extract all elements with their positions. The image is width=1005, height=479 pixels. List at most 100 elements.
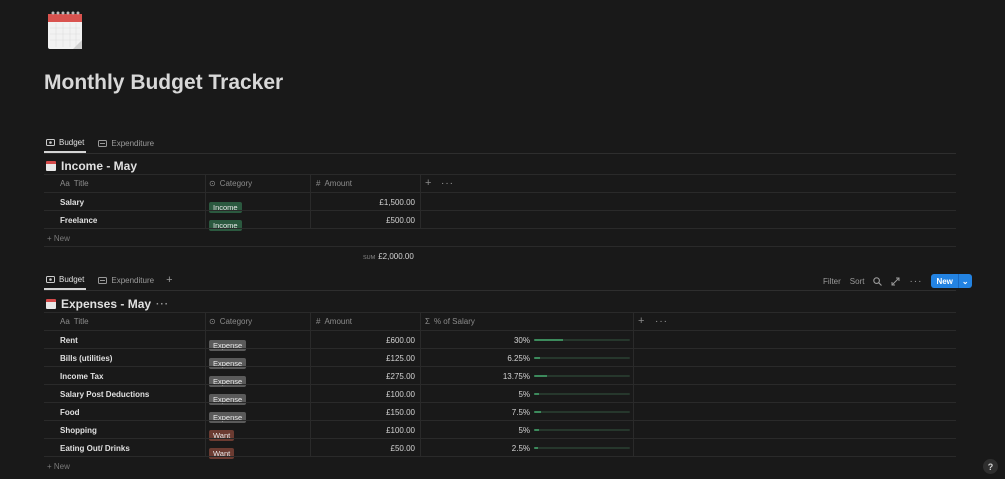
divider	[44, 174, 956, 175]
tab-budget[interactable]: Budget	[44, 270, 87, 290]
table-row-amount[interactable]: £50.00	[315, 444, 415, 453]
column-header-amount[interactable]: # Amount	[316, 179, 352, 188]
divider	[44, 228, 956, 229]
progress-bar	[534, 411, 630, 413]
category-tag: Expense	[209, 358, 247, 369]
add-property-icon[interactable]: +	[425, 177, 431, 189]
column-header-title[interactable]: Aa Title	[60, 317, 89, 326]
expenditure-icon	[98, 276, 108, 284]
add-property-icon[interactable]: +	[638, 315, 644, 327]
tab-budget[interactable]: Budget	[44, 133, 87, 153]
more-options-icon[interactable]: ···	[909, 276, 922, 287]
table-row-pct[interactable]: 7.5%	[490, 408, 530, 417]
divider	[44, 246, 956, 247]
column-header-amount-label: Amount	[324, 179, 353, 188]
page-title: Monthly Budget Tracker	[44, 71, 284, 94]
column-header-pct-salary[interactable]: Σ% of Salary	[425, 317, 475, 326]
expenses-heading-text: Expenses - May	[61, 297, 152, 311]
progress-bar	[534, 393, 630, 395]
column-header-category[interactable]: ⊙ Category	[209, 179, 252, 188]
calendar-icon	[48, 11, 82, 49]
add-new-row-button[interactable]: + New	[47, 234, 70, 243]
table-row-title[interactable]: Income Tax	[60, 372, 103, 381]
column-header-category-label: Category	[219, 317, 253, 326]
tab-expenditure[interactable]: Expenditure	[96, 133, 156, 153]
table-row-pct[interactable]: 30%	[490, 336, 530, 345]
add-view-icon[interactable]: +	[166, 274, 172, 286]
more-options-icon[interactable]: ···	[441, 178, 454, 189]
column-header-title-label: Title	[73, 317, 89, 326]
calendar-icon	[46, 299, 56, 309]
divider	[44, 290, 956, 291]
column-header-title[interactable]: Aa Title	[60, 179, 89, 188]
expenses-heading[interactable]: Expenses - May ···	[46, 297, 169, 311]
filter-button[interactable]: Filter	[823, 277, 841, 286]
table-row-amount[interactable]: £275.00	[315, 372, 415, 381]
table-row-title[interactable]: Shopping	[60, 426, 97, 435]
tab-expenditure[interactable]: Expenditure	[96, 270, 156, 290]
table-row-pct[interactable]: 13.75%	[490, 372, 530, 381]
progress-bar-fill	[534, 339, 563, 341]
help-button[interactable]: ?	[983, 459, 998, 474]
column-divider	[205, 175, 206, 229]
table-row-pct[interactable]: 2.5%	[490, 444, 530, 453]
table-row-category[interactable]: Income	[209, 197, 242, 215]
table-row-category[interactable]: Income	[209, 215, 242, 233]
table-row-category[interactable]: Expense	[209, 371, 247, 389]
table-row-category[interactable]: Expense	[209, 335, 247, 353]
table-row-pct[interactable]: 5%	[490, 426, 530, 435]
column-header-category[interactable]: ⊙ Category	[209, 317, 252, 326]
category-tag: Expense	[209, 412, 247, 423]
table-row-title[interactable]: Rent	[60, 336, 78, 345]
chevron-down-icon[interactable]: ⌄	[957, 274, 972, 288]
column-header-amount[interactable]: # Amount	[316, 317, 352, 326]
divider	[44, 210, 956, 211]
divider	[44, 312, 956, 313]
table-row-title[interactable]: Bills (utilities)	[60, 354, 112, 363]
category-tag: Income	[209, 202, 242, 213]
table-row-amount[interactable]: £500.00	[315, 216, 415, 225]
table-row-amount[interactable]: £100.00	[315, 390, 415, 399]
view-tabs-expenses: Budget Expenditure +	[44, 270, 173, 290]
text-property-icon: Aa	[60, 179, 70, 188]
tab-budget-label: Budget	[59, 137, 85, 147]
table-row-title[interactable]: Salary	[60, 198, 84, 207]
table-row-amount[interactable]: £150.00	[315, 408, 415, 417]
progress-bar-fill	[534, 357, 540, 359]
divider	[44, 420, 956, 421]
table-row-pct[interactable]: 6.25%	[490, 354, 530, 363]
column-divider	[310, 313, 311, 457]
table-row-amount[interactable]: £1,500.00	[315, 198, 415, 207]
table-row-category[interactable]: Expense	[209, 353, 247, 371]
add-new-row-button[interactable]: + New	[47, 462, 70, 471]
expand-icon[interactable]	[891, 277, 900, 286]
category-tag: Expense	[209, 376, 247, 387]
sum-footer[interactable]: SUM £2,000.00	[363, 252, 414, 261]
table-row-title[interactable]: Food	[60, 408, 80, 417]
view-tabs-income: Budget Expenditure	[44, 133, 156, 153]
new-button-label: New	[936, 276, 953, 286]
new-button[interactable]: New ⌄	[931, 274, 972, 288]
more-options-icon[interactable]: ···	[156, 299, 169, 310]
new-row-label: New	[53, 234, 70, 243]
table-row-category[interactable]: Expense	[209, 407, 247, 425]
table-row-category[interactable]: Want	[209, 443, 235, 461]
more-options-icon[interactable]: ···	[655, 316, 668, 327]
category-tag: Expense	[209, 394, 247, 405]
table-row-amount[interactable]: £125.00	[315, 354, 415, 363]
table-row-category[interactable]: Want	[209, 425, 235, 443]
table-row-amount[interactable]: £600.00	[315, 336, 415, 345]
progress-bar	[534, 375, 630, 377]
sort-button[interactable]: Sort	[850, 277, 865, 286]
table-row-amount[interactable]: £100.00	[315, 426, 415, 435]
table-row-title[interactable]: Freelance	[60, 216, 97, 225]
table-row-title[interactable]: Eating Out/ Drinks	[60, 444, 130, 453]
table-row-pct[interactable]: 5%	[490, 390, 530, 399]
progress-bar	[534, 339, 630, 341]
income-heading[interactable]: Income - May	[46, 159, 137, 173]
select-property-icon: ⊙	[209, 179, 216, 188]
search-icon[interactable]	[873, 276, 883, 286]
table-row-title[interactable]: Salary Post Deductions	[60, 390, 149, 399]
table-row-category[interactable]: Expense	[209, 389, 247, 407]
progress-bar	[534, 357, 630, 359]
